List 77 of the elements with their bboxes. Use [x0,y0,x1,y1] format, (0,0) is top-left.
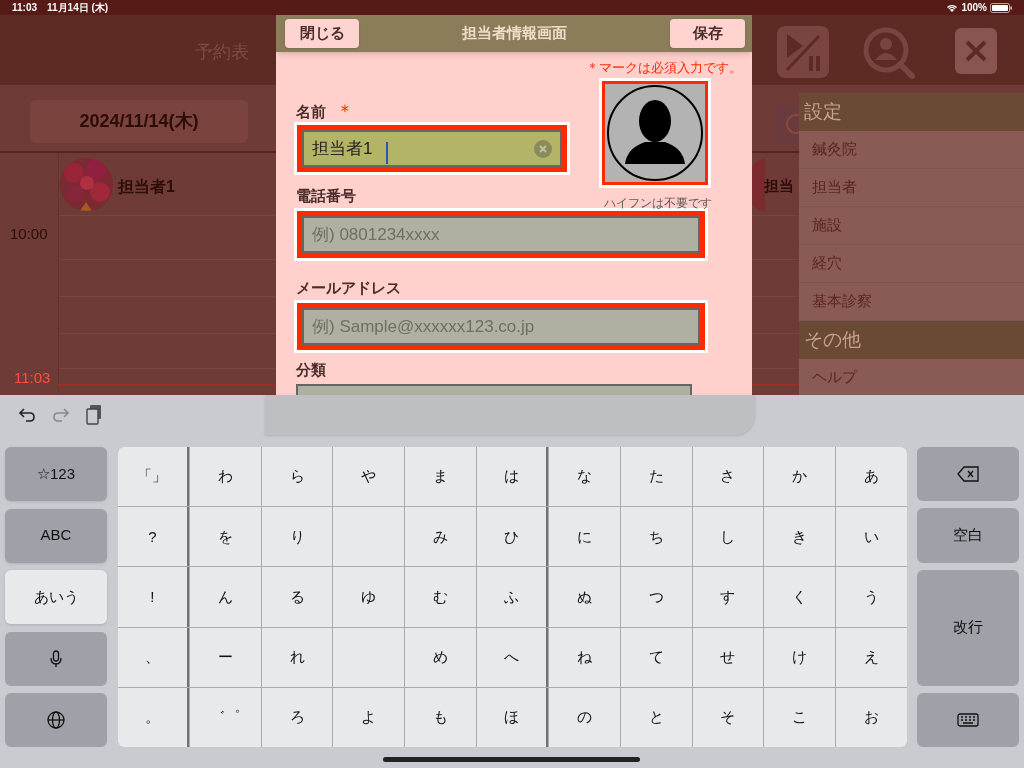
key[interactable]: よ [333,687,405,747]
field-label: 分類 [296,359,326,380]
dialog-title: 担当者情報画面 [461,23,567,44]
key[interactable]: 「」 [118,447,189,507]
key[interactable]: き [764,507,836,567]
key[interactable]: め [405,627,477,687]
current-time-label: 11:03 [14,368,51,388]
status-time: 11:03 [12,1,38,15]
key[interactable]: か [764,447,836,507]
key[interactable]: み [405,507,477,567]
key[interactable]: ! [118,567,189,627]
key[interactable]: 空白 [917,508,1019,563]
key[interactable]: ち [620,507,692,567]
key[interactable]: 改行 [917,569,1019,686]
battery-percent: 100% [961,1,987,15]
save-button[interactable]: 保存 [670,19,745,48]
key[interactable]: さ [692,447,764,507]
key[interactable]: く [764,567,836,627]
key[interactable]: わ [189,447,261,507]
key[interactable]: ほ [477,687,548,747]
key[interactable]: 、 [118,627,189,687]
key[interactable]: そ [692,687,764,747]
key[interactable]: む [405,567,477,627]
hint-text: ハイフンは不要です [604,195,712,212]
key[interactable]: へ [477,627,548,687]
key[interactable]: た [620,447,692,507]
field-label: メールアドレス [296,277,401,298]
key[interactable]: ぬ [548,567,620,627]
key[interactable]: し [692,507,764,567]
close-button[interactable]: 閉じる [285,19,359,48]
key[interactable]: や [333,447,405,507]
key[interactable]: に [548,507,620,567]
key[interactable]: ひ [477,507,548,567]
key[interactable]: ゆ [333,567,405,627]
staff-name: 担当者1 [118,177,175,197]
key[interactable]: ら [261,447,333,507]
key[interactable]: ま [405,447,477,507]
key[interactable]: つ [620,567,692,627]
key[interactable]: こ [764,687,836,747]
key[interactable]: せ [692,627,764,687]
key[interactable]: を [189,507,261,567]
key[interactable]: り [261,507,333,567]
key[interactable]: ABC [5,508,107,563]
key[interactable]: の [548,687,620,747]
field-label: 電話番号 [296,185,356,206]
key[interactable]: お [836,687,907,747]
key[interactable]: い [836,507,907,567]
key[interactable]: ね [548,627,620,687]
field-label: 名前 [296,102,326,122]
key[interactable]: ろ [261,687,333,747]
staff-name: 担当 [764,176,794,196]
key[interactable]: れ [261,627,333,687]
key[interactable]: す [692,567,764,627]
required-note: ＊マークは必須入力です。 [586,59,742,77]
status-date: 11月14日 (木) [47,1,109,15]
key[interactable]: は [477,447,548,507]
key[interactable]: う [836,567,907,627]
key[interactable]: あいう [5,570,107,624]
key[interactable]: 。 [118,687,189,747]
key[interactable]: ふ [477,567,548,627]
key[interactable]: て [620,627,692,687]
menu-section-header: 設定 [799,93,1024,131]
key[interactable]: な [548,447,620,507]
key[interactable]: と [620,687,692,747]
key[interactable]: ー [189,627,261,687]
key[interactable]: ん [189,567,261,627]
key[interactable]: も [405,687,477,747]
key[interactable]: あ [836,447,907,507]
key[interactable]: ゛゜ [189,687,261,747]
key[interactable]: ? [118,507,189,567]
key[interactable]: ☆123 [5,447,107,501]
time-label: 10:00 [10,224,48,244]
required-mark: ＊ [336,100,354,123]
menu-section-header: その他 [799,321,1024,359]
key[interactable]: え [836,627,907,687]
key[interactable]: る [261,567,333,627]
key[interactable]: け [764,627,836,687]
